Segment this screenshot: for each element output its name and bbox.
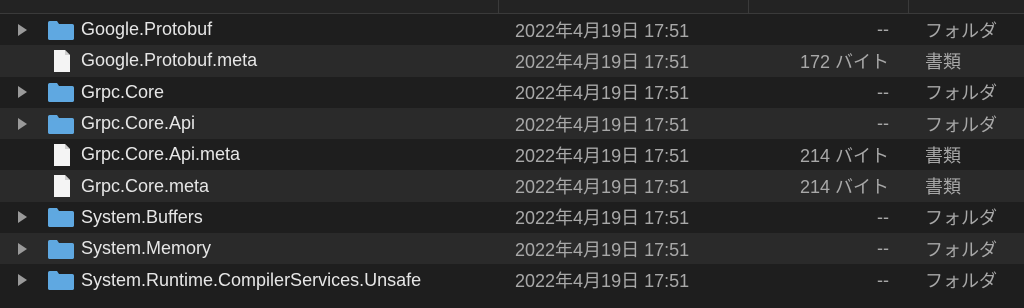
file-name: System.Buffers <box>81 206 203 227</box>
modified-date: 2022年4月19日 17:51 <box>515 114 690 135</box>
folder-icon <box>47 19 75 41</box>
disclosure-triangle-icon[interactable] <box>16 117 28 131</box>
modified-date: 2022年4月19日 17:51 <box>515 83 690 104</box>
file-row[interactable]: Grpc.Core.Api.meta 2022年4月19日 17:51 214 バイ… <box>0 139 1024 170</box>
file-row[interactable]: Grpc.Core.meta 2022年4月19日 17:51 214 バイト 書類 <box>0 170 1024 202</box>
file-kind: フォルダ <box>925 208 997 229</box>
file-size: -- <box>877 269 889 290</box>
modified-date: 2022年4月19日 17:51 <box>515 208 690 229</box>
file-kind: フォルダ <box>925 114 997 135</box>
modified-date: 2022年4月19日 17:51 <box>515 51 690 72</box>
folder-icon <box>47 81 75 103</box>
file-name: System.Memory <box>81 238 212 259</box>
file-row[interactable]: Google.Protobuf.meta 2022年4月19日 17:51 172 … <box>0 45 1024 77</box>
modified-date: 2022年4月19日 17:51 <box>515 271 690 292</box>
file-kind: 書類 <box>925 51 961 72</box>
file-size: -- <box>877 19 889 40</box>
file-size: -- <box>877 206 889 227</box>
modified-date: 2022年4月19日 17:51 <box>515 239 690 260</box>
folder-row[interactable]: System.Memory 2022年4月19日 17:51 -- フォルダ <box>0 233 1024 265</box>
file-kind: フォルダ <box>925 83 997 104</box>
modified-date: 2022年4月19日 17:51 <box>515 177 690 198</box>
finder-list-view: Google.Protobuf 2022年4月19日 17:51 -- フォルダ Goo… <box>0 0 1024 308</box>
folder-row[interactable]: Google.Protobuf 2022年4月19日 17:51 -- フォルダ <box>0 14 1024 45</box>
file-kind: 書類 <box>925 145 961 166</box>
folder-icon <box>47 113 75 135</box>
file-size: -- <box>877 238 889 259</box>
disclosure-triangle-icon[interactable] <box>16 273 28 287</box>
file-name: Grpc.Core.meta <box>81 175 210 196</box>
disclosure-triangle-icon[interactable] <box>16 85 28 99</box>
folder-row[interactable]: Grpc.Core.Api 2022年4月19日 17:51 -- フォルダ <box>0 107 1024 140</box>
file-size: -- <box>877 113 889 134</box>
file-name: Grpc.Core.Api <box>81 113 196 134</box>
file-name: System.Runtime.CompilerServices.Unsafe <box>81 269 422 290</box>
column-divider[interactable] <box>748 0 749 13</box>
file-kind: 書類 <box>925 177 961 198</box>
column-divider[interactable] <box>498 0 499 13</box>
document-icon <box>47 175 75 198</box>
file-list: Google.Protobuf 2022年4月19日 17:51 -- フォルダ Goo… <box>0 14 1024 296</box>
file-size: 172 バイト <box>799 51 889 72</box>
file-kind: フォルダ <box>925 239 997 260</box>
folder-row[interactable]: Grpc.Core 2022年4月19日 17:51 -- フォルダ <box>0 77 1024 108</box>
file-kind: フォルダ <box>925 20 997 41</box>
file-name: Grpc.Core.Api.meta <box>81 144 241 165</box>
modified-date: 2022年4月19日 17:51 <box>515 20 690 41</box>
folder-icon <box>47 206 75 228</box>
folder-icon <box>47 269 75 291</box>
document-icon <box>47 49 75 72</box>
folder-icon <box>47 238 75 260</box>
file-name: Google.Protobuf.meta <box>81 50 258 71</box>
file-name: Grpc.Core <box>81 81 165 102</box>
column-header <box>0 0 1024 14</box>
column-divider[interactable] <box>908 0 909 13</box>
disclosure-triangle-icon[interactable] <box>16 210 28 224</box>
file-size: 214 バイト <box>799 177 889 198</box>
folder-row[interactable]: System.Buffers 2022年4月19日 17:51 -- フォルダ <box>0 202 1024 233</box>
file-size: -- <box>877 81 889 102</box>
document-icon <box>47 143 75 166</box>
file-name: Google.Protobuf <box>81 19 213 40</box>
folder-row[interactable]: System.Runtime.CompilerServices.Unsafe 20… <box>0 264 1024 295</box>
modified-date: 2022年4月19日 17:51 <box>515 145 690 166</box>
file-kind: フォルダ <box>925 271 997 292</box>
disclosure-triangle-icon[interactable] <box>16 23 28 37</box>
file-size: 214 バイト <box>799 145 889 166</box>
disclosure-triangle-icon[interactable] <box>16 242 28 256</box>
